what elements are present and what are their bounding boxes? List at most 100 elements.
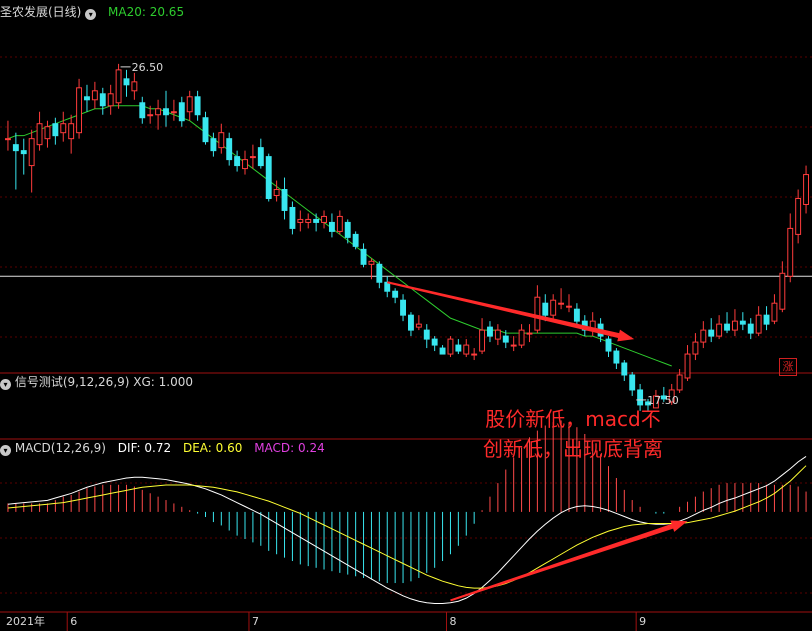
candle-body [518,329,525,346]
annotation-line-1: 股价新低，macd不 [485,407,661,431]
candle-body [637,389,644,406]
candle-body [692,341,699,355]
candle-body [408,314,414,331]
candle-body [202,117,209,143]
candle-body [194,96,201,116]
ma20-value: MA20: 20.65 [108,5,185,19]
candle-body [613,350,620,364]
candle-body [708,329,715,337]
grid-lines [0,56,812,613]
x-axis: 2021年 6 7 8 9 [6,612,646,631]
candle-body [44,126,51,140]
candle-body [779,272,786,310]
candle-body [234,156,241,167]
axis-label: 2021年 [6,614,45,628]
candle-body [755,314,762,334]
macd-divergence-arrow [450,520,688,602]
candle-body [123,78,130,86]
candle-body [242,159,248,170]
candle-body [534,296,541,331]
candle-body [431,338,438,346]
signal-name: 信号测试(9,12,26,9) [14,375,130,389]
candle-body [471,353,478,356]
candle-body [550,299,557,316]
candle-body [139,102,146,119]
dif-value: DIF: 0.72 [117,441,172,455]
dif-line [7,456,807,605]
candle-body [115,69,122,104]
chevron-down-icon[interactable]: ▾ [0,379,11,390]
candle-body [147,114,154,117]
candle-body [273,189,280,197]
candle-body [60,123,67,134]
signal-xg: XG: 1.000 [133,375,194,389]
candle-body [218,132,225,149]
axis-label: 9 [639,615,646,628]
candle-body [724,323,730,331]
candle-body [771,302,778,322]
candles [5,63,809,411]
macd-name: MACD(12,26,9) [14,441,106,455]
candle-body [479,329,486,352]
candle-body [297,218,304,223]
candle-body [463,344,470,355]
dif-dea-lines [7,456,807,605]
rise-tag[interactable]: 涨 [779,358,797,376]
candle-body [423,329,430,340]
macd-value: MACD: 0.24 [254,441,325,455]
candle-body [91,90,98,101]
candle-body [787,227,794,277]
divergence-annotation: 股价新低，macd不 创新低，出现底背离 [448,404,698,464]
candle-body [542,302,549,316]
high-price-label: 26.50 [132,61,164,74]
candle-body [107,93,114,107]
chevron-down-icon[interactable]: ▾ [0,445,11,456]
chevron-down-icon[interactable]: ▾ [85,9,97,20]
candle-body [629,374,636,391]
axis-label: 8 [450,615,457,628]
candle-body [558,302,565,305]
candle-body [676,374,683,391]
candle-body [155,108,162,116]
candle-body [605,338,612,352]
candle-body [281,189,288,211]
candle-body [68,123,75,140]
axis-label: 7 [252,615,259,628]
candle-body [289,206,296,229]
stock-name: 圣农发展(日线) [0,5,82,19]
candle-body [747,323,754,334]
candle-body [731,320,738,331]
signal-header: ▾ 信号测试(9,12,26,9) XG: 1.000 [0,373,193,391]
candle-body [84,96,90,101]
candle-body [5,138,11,141]
axis-label: 6 [70,615,77,628]
candle-body [415,323,422,328]
candle-body [76,87,83,134]
candle-body [526,332,533,335]
dea-line [7,465,807,589]
candle-body [566,305,572,308]
candle-body [163,108,169,116]
candle-body [621,362,628,376]
candle-body [795,197,802,235]
candle-body [376,263,383,283]
candle-body [305,218,312,223]
candle-body [265,156,272,199]
candle-body [99,93,106,107]
candle-body [249,156,256,159]
candle-body [700,329,707,343]
candle-body [352,233,359,247]
candle-body [178,102,185,122]
candle-body [573,308,580,322]
candle-body [336,215,343,232]
dea-value: DEA: 0.60 [182,441,243,455]
candle-body [502,335,509,343]
candle-body [344,221,351,238]
candle-body [328,221,335,232]
candle-body [455,344,462,352]
candle-body [494,329,501,340]
price-labels: 26.5017.50 [120,61,679,407]
candle-body [226,138,233,161]
candle-body [131,81,138,92]
candle-body [684,353,691,379]
